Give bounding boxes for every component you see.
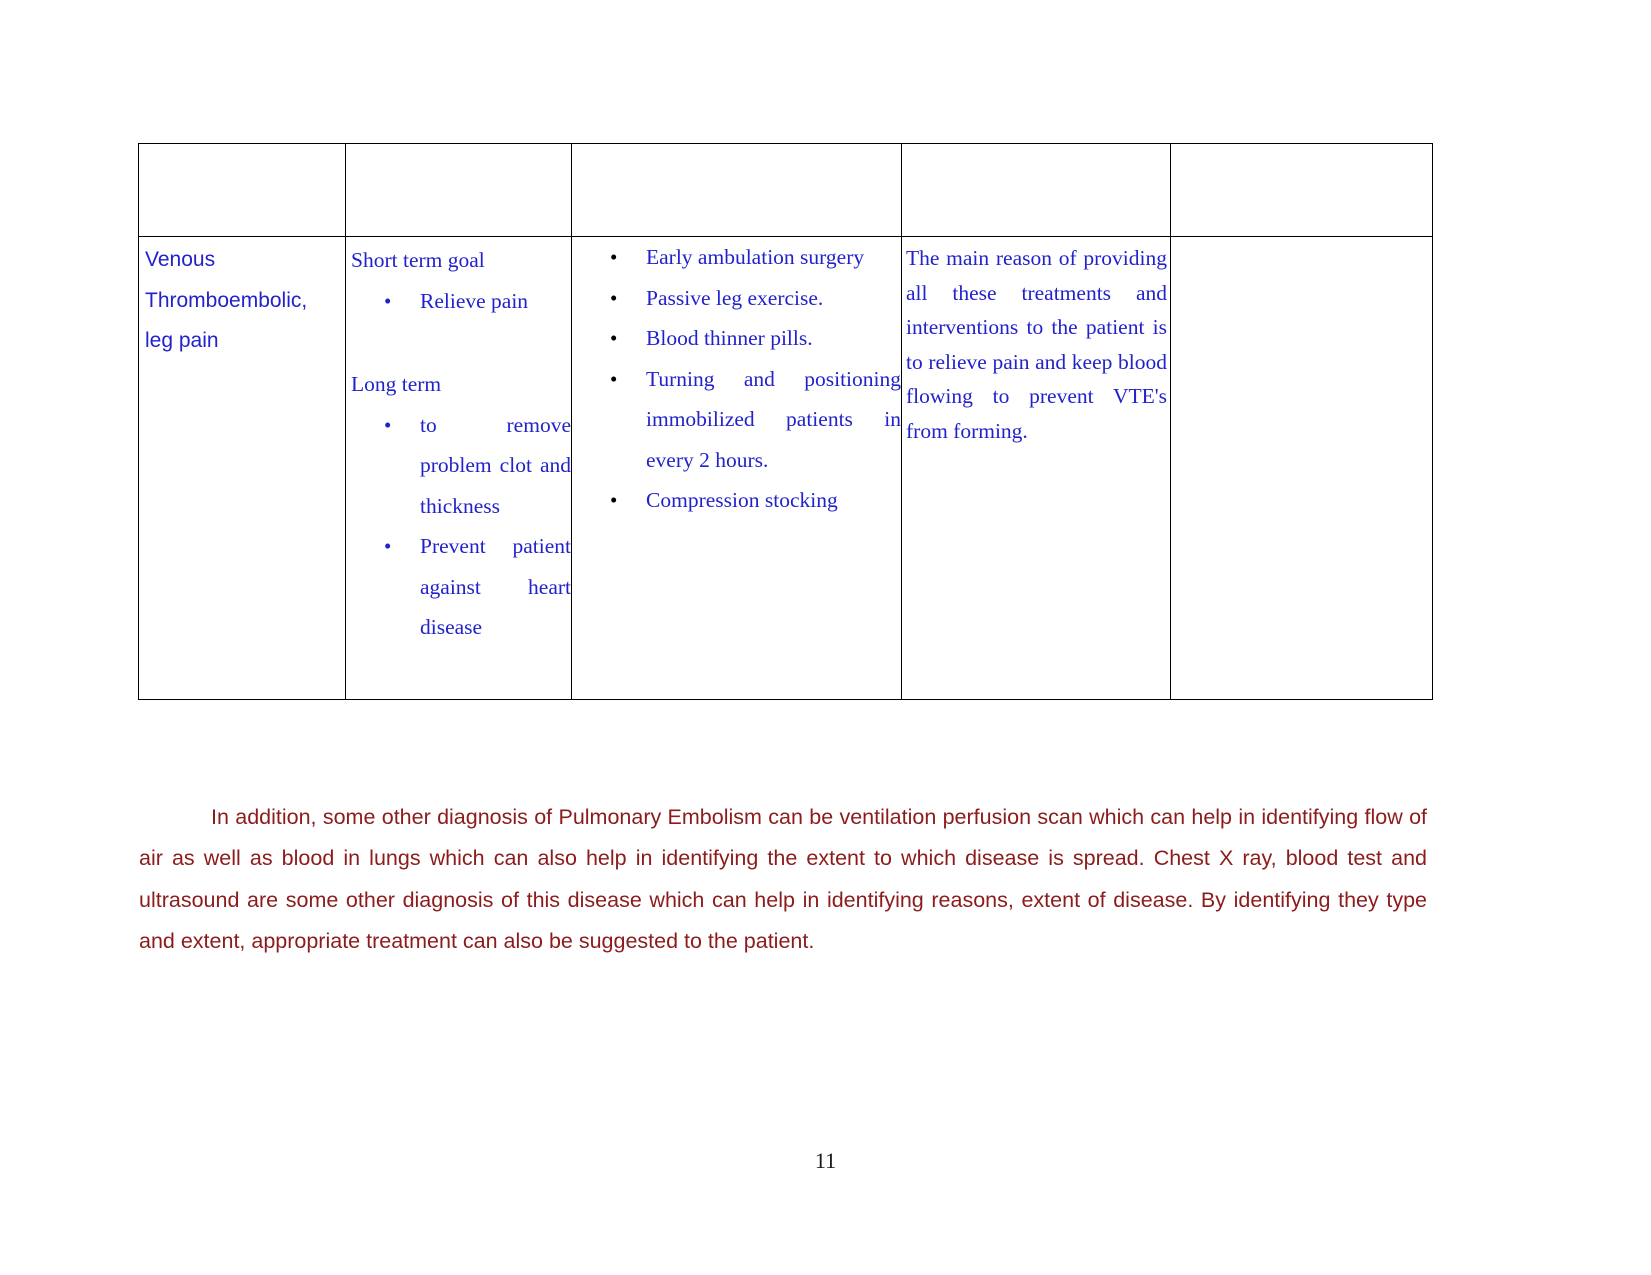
goals-spacer <box>346 321 571 361</box>
cell-goals: Short term goal Relieve pain Long term t… <box>345 236 572 700</box>
short-term-goal-heading: Short term goal <box>351 248 485 272</box>
long-term-goal-heading: Long term <box>351 372 442 396</box>
long-term-goal-list: to remove problem clot and thickness Pre… <box>346 405 571 648</box>
header-cell-rationale <box>901 143 1171 237</box>
body-paragraph: In addition, some other diagnosis of Pul… <box>139 804 1427 954</box>
interventions-list: Early ambulation surgery Passive leg exe… <box>572 237 901 521</box>
rationale-paragraph: The main reason of providing all these t… <box>906 246 1167 443</box>
care-plan-table: Venous Thromboembolic, leg pain Short te… <box>138 143 1433 700</box>
header-cell-goals <box>345 143 572 237</box>
table-row: Venous Thromboembolic, leg pain Short te… <box>138 236 1433 700</box>
list-item: Passive leg exercise. <box>610 278 901 319</box>
cell-evaluation <box>1170 236 1433 700</box>
list-item: Prevent patient against heart disease <box>384 526 571 648</box>
page-number: 11 <box>814 1148 837 1173</box>
diagnosis-line-1: Venous <box>145 248 216 271</box>
diagnosis-line-2: Thromboembolic, <box>145 288 308 312</box>
document-page: Venous Thromboembolic, leg pain Short te… <box>0 0 1651 1275</box>
goals-block: Short term goal Relieve pain Long term t… <box>346 237 571 648</box>
cell-diagnosis: Venous Thromboembolic, leg pain <box>138 236 346 700</box>
list-item: Blood thinner pills. <box>610 318 901 359</box>
list-item: Compression stocking <box>610 480 901 521</box>
interventions-block: Early ambulation surgery Passive leg exe… <box>572 237 901 521</box>
cell-interventions: Early ambulation surgery Passive leg exe… <box>571 236 902 700</box>
header-cell-interventions <box>571 143 902 237</box>
list-item: Early ambulation surgery <box>610 237 901 278</box>
short-term-goal-list: Relieve pain <box>346 281 571 322</box>
cell-rationale: The main reason of providing all these t… <box>901 236 1171 700</box>
table-header-row <box>138 143 1433 237</box>
header-cell-evaluation <box>1170 143 1433 237</box>
list-item: to remove problem clot and thickness <box>384 405 571 527</box>
header-cell-diagnosis <box>138 143 346 237</box>
diagnosis-line-3: leg pain <box>145 329 219 352</box>
list-item: Relieve pain <box>384 281 571 322</box>
evaluation-text <box>1171 237 1432 249</box>
diagnosis-block: Venous Thromboembolic, leg pain <box>139 237 345 362</box>
list-item: Turning and positioning immobilized pati… <box>610 359 901 481</box>
